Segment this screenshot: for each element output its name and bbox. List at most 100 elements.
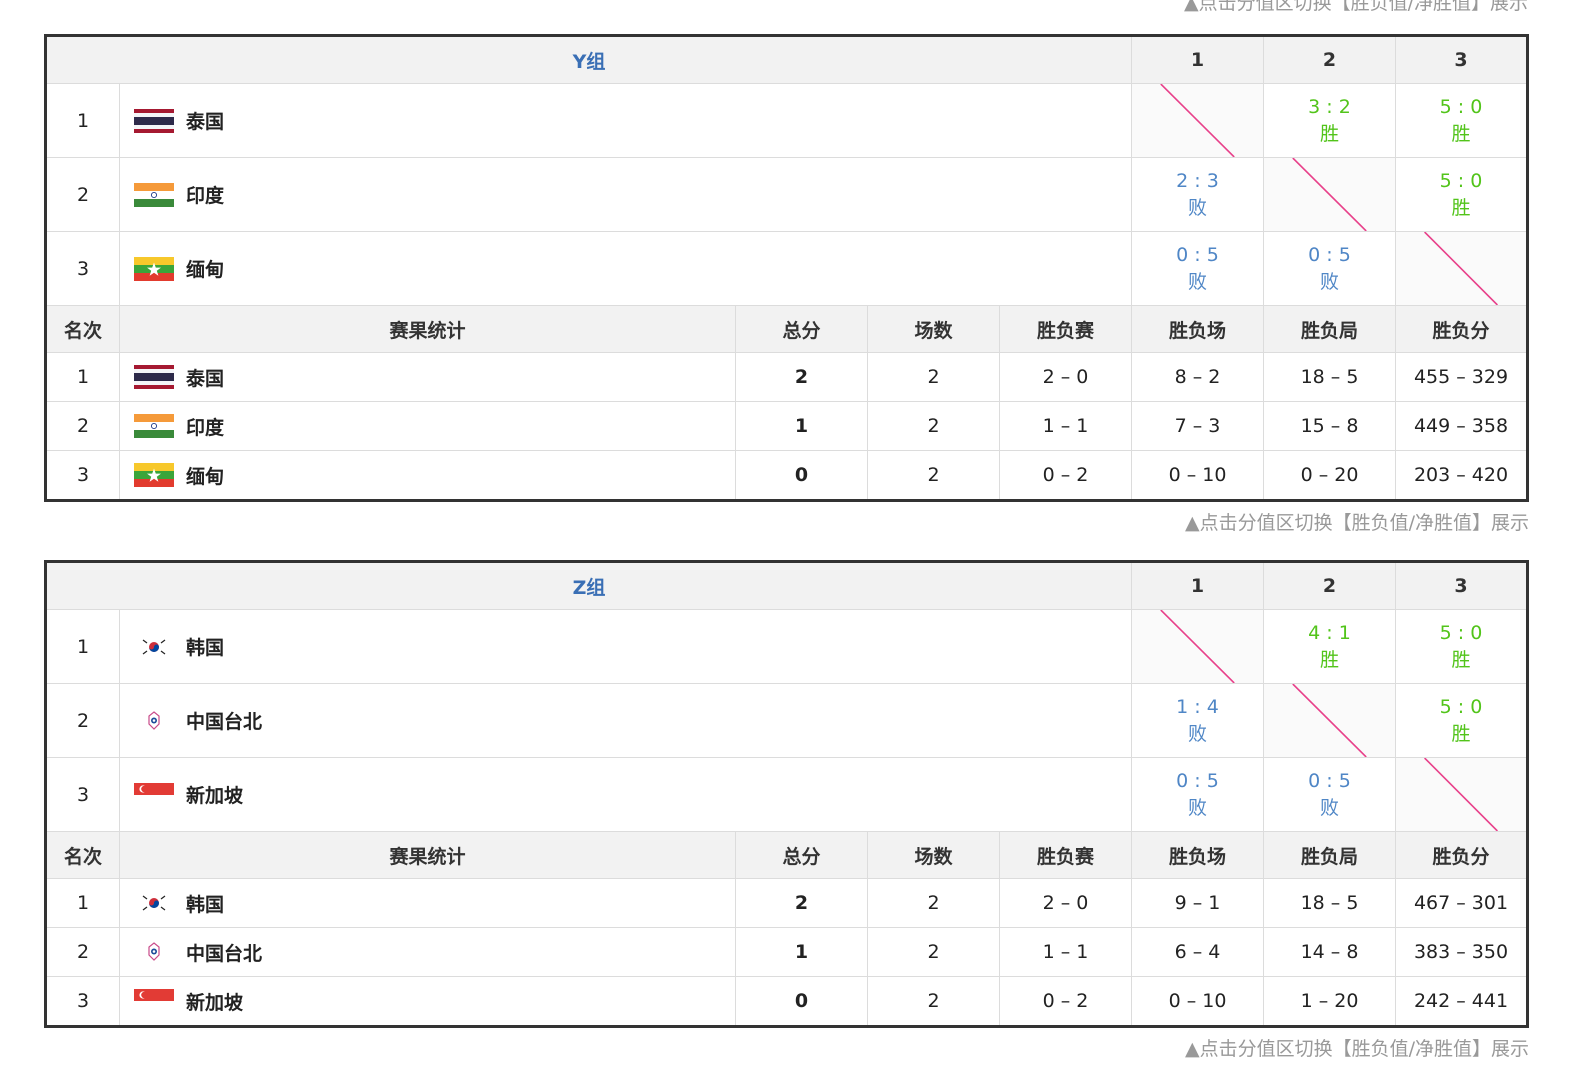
match-score: 3 : 2 [1308, 95, 1351, 118]
match-score: 0 : 5 [1176, 243, 1219, 266]
chinese-taipei-flag-icon [134, 708, 174, 733]
standing-team: 新加坡 [119, 976, 736, 1027]
chinese-taipei-flag-icon [134, 940, 174, 964]
standing-games[interactable]: 14 – 8 [1263, 927, 1397, 977]
matrix-row: 2 印度 2 : 3 败 5 : 0 胜 [45, 157, 1528, 232]
match-result: 胜 [1451, 122, 1471, 145]
standing-ties[interactable]: 2 – 0 [998, 878, 1133, 928]
match-score-cell[interactable]: 1 : 4 败 [1131, 683, 1265, 758]
group-z-section: Z组 1 2 3 1 韩国 4 : 1 胜 5 : 0 胜 2 中国台北 1 : 4… [44, 560, 1530, 1061]
standing-matches[interactable]: 0 – 10 [1131, 976, 1265, 1027]
standing-played: 2 [867, 976, 1000, 1027]
standing-pts[interactable]: 203 – 420 [1395, 450, 1528, 501]
standing-pts[interactable]: 449 – 358 [1395, 401, 1528, 451]
standing-pts[interactable]: 242 – 441 [1395, 976, 1529, 1027]
standing-pts[interactable]: 383 – 350 [1395, 927, 1529, 977]
match-score-cell[interactable]: 0 : 5 败 [1263, 231, 1396, 306]
group-z-table: Z组 1 2 3 1 韩国 4 : 1 胜 5 : 0 胜 2 中国台北 1 : 4… [44, 560, 1530, 1028]
standings-header: 名次 赛果统计 总分 场数 胜负赛 胜负场 胜负局 胜负分 [45, 305, 1528, 353]
standing-team: 中国台北 [119, 927, 736, 977]
standing-games[interactable]: 15 – 8 [1263, 401, 1396, 451]
match-score-cell[interactable]: 0 : 5 败 [1263, 757, 1397, 832]
top-toggle-hint: ▲点击分值区切换【胜负值/净胜值】展示 [1183, 0, 1528, 14]
team-name: 新加坡 [186, 785, 244, 807]
self-match-cell [1395, 757, 1529, 832]
group-z-col-3: 3 [1395, 561, 1529, 610]
group-y-col-1: 1 [1131, 35, 1264, 84]
toggle-hint: ▲点击分值区切换【胜负值/净胜值】展示 [1184, 1038, 1529, 1060]
india-flag-icon [134, 414, 174, 438]
standing-ties[interactable]: 0 – 2 [998, 976, 1133, 1027]
col-matches-wl: 胜负场 [1131, 831, 1265, 879]
standing-games[interactable]: 18 – 5 [1263, 352, 1396, 402]
match-score-cell[interactable]: 5 : 0 胜 [1395, 683, 1529, 758]
col-rank: 名次 [45, 831, 120, 879]
standing-points: 0 [735, 976, 868, 1027]
team-name: 缅甸 [186, 465, 225, 488]
self-match-cell [1263, 157, 1396, 232]
thailand-flag-icon [134, 108, 174, 133]
standing-points: 1 [735, 401, 868, 451]
group-y-col-2: 2 [1263, 35, 1396, 84]
standing-matches[interactable]: 7 – 3 [1131, 401, 1264, 451]
standing-points: 1 [735, 927, 868, 977]
standing-games[interactable]: 1 – 20 [1263, 976, 1397, 1027]
standing-ties[interactable]: 0 – 2 [999, 450, 1132, 501]
match-result: 败 [1188, 796, 1208, 819]
standing-pts[interactable]: 455 – 329 [1395, 352, 1528, 402]
match-score-cell[interactable]: 2 : 3 败 [1131, 157, 1264, 232]
group-y-col-3: 3 [1395, 35, 1528, 84]
matrix-row: 3 新加坡 0 : 5 败 0 : 5 败 [45, 757, 1529, 832]
team-name: 韩国 [186, 637, 225, 659]
match-score-cell[interactable]: 5 : 0 胜 [1395, 609, 1529, 684]
match-result: 胜 [1320, 648, 1340, 671]
korea-flag-icon [134, 891, 174, 915]
match-score: 5 : 0 [1439, 95, 1483, 118]
standing-played: 2 [867, 352, 1000, 402]
matrix-team: 印度 [119, 157, 1132, 232]
match-score-cell[interactable]: 4 : 1 胜 [1263, 609, 1397, 684]
col-points: 总分 [735, 305, 868, 353]
standing-pts[interactable]: 467 – 301 [1395, 878, 1529, 928]
thailand-flag-icon [134, 365, 174, 389]
match-score-cell[interactable]: 0 : 5 败 [1131, 231, 1264, 306]
standing-matches[interactable]: 9 – 1 [1131, 878, 1265, 928]
match-score: 5 : 0 [1439, 695, 1483, 718]
self-match-cell [1131, 609, 1265, 684]
match-score-cell[interactable]: 5 : 0 胜 [1395, 83, 1528, 158]
team-name: 中国台北 [186, 711, 263, 733]
standings-row: 2 中国台北 1 2 1 – 1 6 – 4 14 – 8 383 – 350 [45, 927, 1529, 977]
match-result: 败 [1319, 270, 1339, 293]
match-result: 胜 [1451, 722, 1471, 745]
standings-row: 2 印度 1 2 1 – 1 7 – 3 15 – 8 449 – 358 [45, 401, 1528, 451]
match-score-cell[interactable]: 0 : 5 败 [1131, 757, 1265, 832]
standing-ties[interactable]: 2 – 0 [999, 352, 1132, 402]
match-score: 0 : 5 [1176, 769, 1219, 792]
team-name: 缅甸 [186, 259, 225, 281]
team-name: 中国台北 [186, 942, 263, 965]
standing-rank: 1 [45, 352, 120, 402]
myanmar-flag-icon [134, 463, 174, 487]
standing-games[interactable]: 18 – 5 [1263, 878, 1397, 928]
matrix-team: 韩国 [118, 609, 1133, 684]
matrix-team: 中国台北 [118, 683, 1133, 758]
match-score-cell[interactable]: 3 : 2 胜 [1263, 83, 1396, 158]
standing-matches[interactable]: 0 – 10 [1131, 450, 1264, 501]
standing-played: 2 [867, 878, 1000, 928]
standing-ties[interactable]: 1 – 1 [998, 927, 1133, 977]
col-points: 总分 [735, 831, 868, 879]
matrix-rank: 1 [45, 83, 120, 158]
match-score: 1 : 4 [1176, 695, 1219, 718]
standing-games[interactable]: 0 – 20 [1263, 450, 1396, 501]
toggle-hint: ▲点击分值区切换【胜负值/净胜值】展示 [1184, 512, 1529, 534]
matrix-team: 缅甸 [119, 231, 1132, 306]
standing-ties[interactable]: 1 – 1 [999, 401, 1132, 451]
match-score-cell[interactable]: 5 : 0 胜 [1395, 157, 1528, 232]
standing-matches[interactable]: 8 – 2 [1131, 352, 1264, 402]
team-name: 泰国 [186, 111, 225, 133]
matrix-rank: 3 [45, 757, 120, 832]
match-score: 0 : 5 [1308, 243, 1351, 266]
team-name: 泰国 [186, 367, 225, 390]
standing-matches[interactable]: 6 – 4 [1131, 927, 1265, 977]
group-z-col-1: 1 [1131, 561, 1265, 610]
